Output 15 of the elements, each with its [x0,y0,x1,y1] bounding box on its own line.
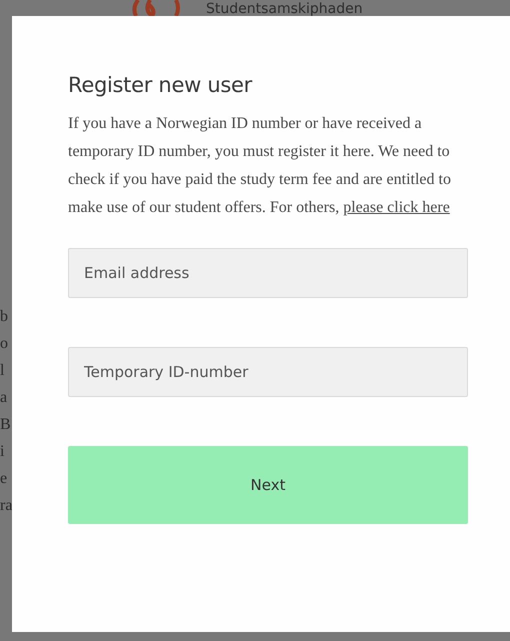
background-text: l [0,362,6,380]
background-text: a [0,389,8,407]
background-text: e [0,470,8,488]
click-here-link[interactable]: please click here [343,199,450,216]
background-text: ra [0,497,12,515]
input-field[interactable]: Email address [68,248,468,298]
intro-text: If you have a Norwegian ID number or have received a temporary ID number, you must register it here. We need to check if you have paid the study term fee and are entitled to make use of our student offers. For others, please click here [68,114,452,218]
dialog-title: Register new user [68,72,254,99]
site-name: Studentsamskiphaden [206,2,363,16]
background-text: b [0,308,9,326]
next-button[interactable]: Next [68,446,468,524]
input-field[interactable]: Temporary ID-number [68,347,468,397]
background-text: i [0,443,6,461]
background-text: B [0,416,12,434]
background-text: o [0,335,9,353]
